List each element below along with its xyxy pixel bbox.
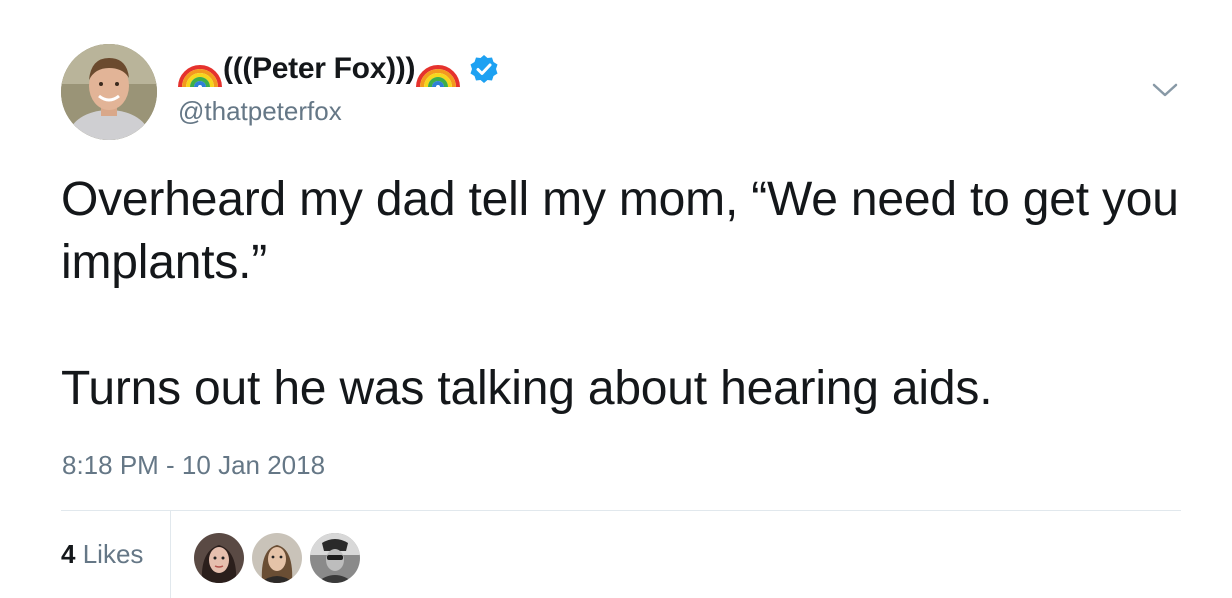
tweet-text-paragraph-1: Overheard my dad tell my mom, “We need t… — [61, 173, 1179, 289]
author-name-row[interactable]: (((Peter Fox))) — [177, 44, 499, 94]
tweet-card: (((Peter Fox))) @thatpeterfox Overheard … — [0, 0, 1232, 598]
rainbow-icon — [415, 49, 461, 89]
liker-avatar-3[interactable] — [310, 533, 360, 583]
author-avatar[interactable] — [61, 44, 157, 140]
tweet-timestamp[interactable]: 8:18 PM - 10 Jan 2018 — [62, 450, 325, 481]
chevron-down-icon[interactable] — [1150, 78, 1180, 102]
likes-count: 4 — [61, 539, 76, 569]
likes-label: Likes — [82, 539, 144, 569]
stats-divider — [170, 511, 171, 598]
tweet-stats: 4 Likes — [61, 511, 1181, 598]
likes-stat[interactable]: 4 Likes — [61, 539, 143, 570]
author-display-name: (((Peter Fox))) — [223, 52, 416, 85]
rainbow-icon — [177, 49, 223, 89]
liker-avatar-1[interactable] — [194, 533, 244, 583]
tweet-text-paragraph-2: Turns out he was talking about hearing a… — [61, 362, 993, 415]
verified-badge-icon — [469, 54, 499, 84]
author-handle[interactable]: @thatpeterfox — [178, 96, 342, 127]
liker-avatars — [194, 533, 368, 583]
tweet-text: Overheard my dad tell my mom, “We need t… — [61, 168, 1191, 420]
avatar-photo — [61, 44, 157, 140]
liker-avatar-2[interactable] — [252, 533, 302, 583]
